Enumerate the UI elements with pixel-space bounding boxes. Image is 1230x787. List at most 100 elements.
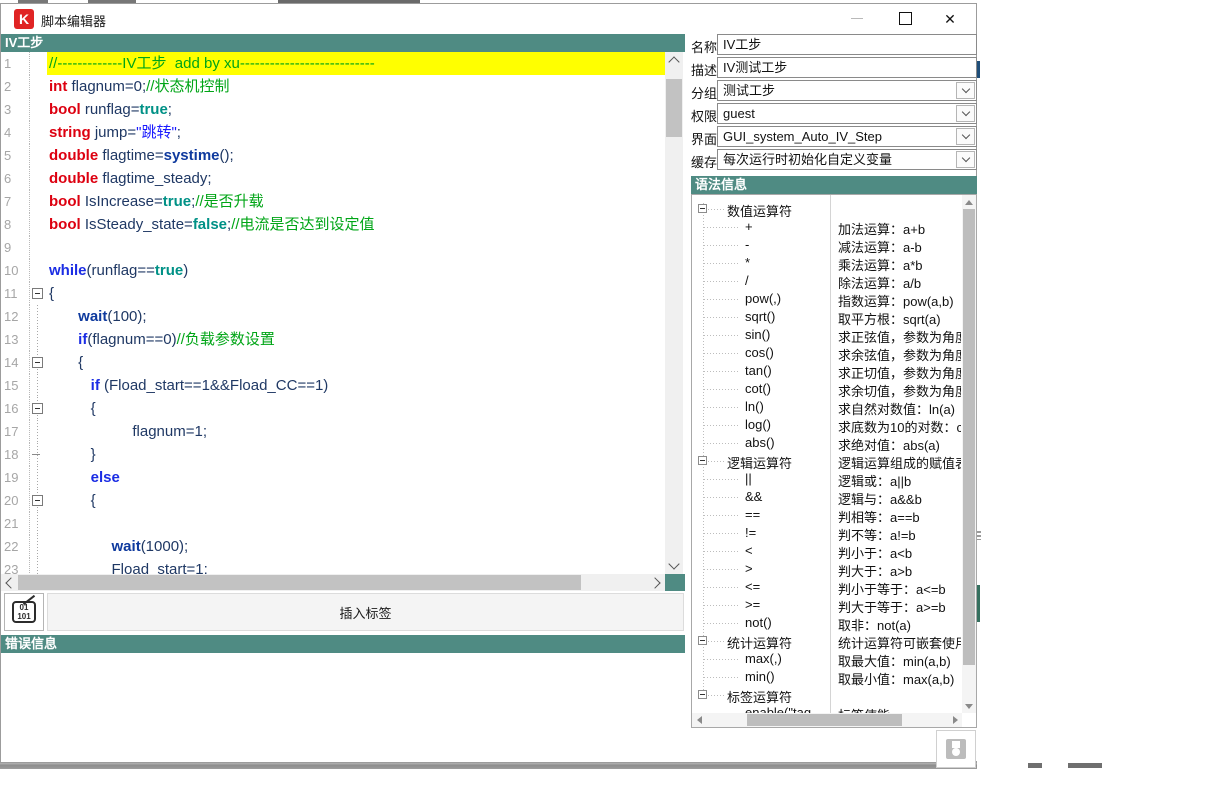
tree-row[interactable]: >判大于：a>b [692, 560, 961, 578]
fold-collapse-icon[interactable] [32, 357, 43, 368]
scroll-left-button[interactable] [1, 574, 18, 591]
code-editor[interactable]: 1//-------------IV工步 add by xu----------… [1, 52, 665, 574]
tree-row[interactable]: max(,)取最大值：min(a,b) [692, 650, 961, 668]
scroll-down-button[interactable] [962, 699, 976, 713]
tree-row[interactable]: cot()求余切值，参数为角度制： [692, 380, 961, 398]
fold-collapse-icon[interactable] [32, 288, 43, 299]
code-line[interactable]: 5double flagtime=systime(); [1, 144, 665, 167]
tree-row[interactable]: ln()求自然对数值：ln(a) [692, 398, 961, 416]
fold-collapse-icon[interactable] [32, 403, 43, 414]
tree-collapse-icon[interactable] [698, 690, 707, 699]
code-line[interactable]: 9 [1, 236, 665, 259]
save-button[interactable] [936, 730, 976, 768]
fold-margin[interactable] [29, 282, 47, 305]
insert-label-button[interactable]: 插入标签 [47, 593, 684, 631]
code-line[interactable]: 21 [1, 512, 665, 535]
tree-row[interactable]: 标签运算符 [692, 686, 961, 704]
tree-row[interactable]: abs()求绝对值：abs(a) [692, 434, 961, 452]
tree-row[interactable]: !=判不等：a!=b [692, 524, 961, 542]
tree-row[interactable]: ==判相等：a==b [692, 506, 961, 524]
scroll-down-button[interactable] [665, 557, 683, 574]
text-input[interactable]: IV工步 [717, 34, 977, 55]
tree-row[interactable]: *乘法运算：a*b [692, 254, 961, 272]
code-line[interactable]: 17 flagnum=1; [1, 420, 665, 443]
combo-select[interactable]: 测试工步 [717, 80, 977, 101]
dropdown-button[interactable] [956, 151, 975, 168]
scroll-thumb[interactable] [666, 79, 682, 137]
scroll-right-button[interactable] [948, 713, 962, 727]
fold-margin[interactable] [29, 397, 47, 420]
code-line[interactable]: 15 if (Fload_start==1&&Fload_CC==1) [1, 374, 665, 397]
tree-row[interactable]: sqrt()取平方根：sqrt(a) [692, 308, 961, 326]
code-line[interactable]: 2int flagnum=0;//状态机控制 [1, 75, 665, 98]
scroll-thumb[interactable] [963, 209, 975, 665]
tree-vertical-scrollbar[interactable] [962, 195, 976, 713]
scroll-left-button[interactable] [692, 713, 706, 727]
tree-row[interactable]: log()求底数为10的对数：cos(a [692, 416, 961, 434]
tree-row[interactable]: >=判大于等于：a>=b [692, 596, 961, 614]
code-line[interactable]: 10while(runflag==true) [1, 259, 665, 282]
combo-select[interactable]: guest [717, 103, 977, 124]
code-line[interactable]: 12 wait(100); [1, 305, 665, 328]
tree-row[interactable]: pow(,)指数运算：pow(a,b) [692, 290, 961, 308]
code-line[interactable]: 16 { [1, 397, 665, 420]
scroll-thumb[interactable] [747, 714, 902, 726]
syntax-tree[interactable]: 数值运算符+加法运算：a+b-减法运算：a-b*乘法运算：a*b/除法运算：a/… [691, 194, 977, 728]
title-bar[interactable]: K 脚本编辑器 ✕ [1, 4, 976, 34]
binary-label-button[interactable]: 01101 [4, 593, 44, 631]
code-line[interactable]: 22 wait(1000); [1, 535, 665, 558]
tree-row[interactable]: &&逻辑与：a&&b [692, 488, 961, 506]
combo-select[interactable]: 每次运行时初始化自定义变量 [717, 149, 977, 170]
code-line[interactable]: 6double flagtime_steady; [1, 167, 665, 190]
tree-collapse-icon[interactable] [698, 204, 707, 213]
tree-collapse-icon[interactable] [698, 456, 707, 465]
fold-margin[interactable] [29, 443, 47, 466]
tree-row[interactable]: not()取非：not(a) [692, 614, 961, 632]
tree-row[interactable]: 数值运算符 [692, 200, 961, 218]
code-line[interactable]: 3bool runflag=true; [1, 98, 665, 121]
tree-row[interactable]: <判小于：a<b [692, 542, 961, 560]
close-button[interactable]: ✕ [931, 4, 969, 33]
tree-row[interactable]: -减法运算：a-b [692, 236, 961, 254]
code-line[interactable]: 23 Fload_start=1; [1, 558, 665, 574]
text-input[interactable]: IV测试工步 [717, 57, 977, 78]
code-line[interactable]: 20 { [1, 489, 665, 512]
tree-row[interactable]: +加法运算：a+b [692, 218, 961, 236]
minimize-button[interactable] [838, 4, 876, 33]
code-line[interactable]: 13 if(flagnum==0)//负载参数设置 [1, 328, 665, 351]
combo-select[interactable]: GUI_system_Auto_IV_Step [717, 126, 977, 147]
code-line[interactable]: 4string jump="跳转"; [1, 121, 665, 144]
tree-row[interactable]: cos()求余弦值，参数为角度制： [692, 344, 961, 362]
fold-margin[interactable] [29, 351, 47, 374]
scroll-thumb[interactable] [18, 575, 581, 590]
tree-row[interactable]: ||逻辑或：a||b [692, 470, 961, 488]
tree-collapse-icon[interactable] [698, 636, 707, 645]
tree-row[interactable]: sin()求正弦值，参数为角度制： [692, 326, 961, 344]
dropdown-button[interactable] [956, 105, 975, 122]
fold-collapse-icon[interactable] [32, 495, 43, 506]
code-line[interactable]: 18 } [1, 443, 665, 466]
code-horizontal-scrollbar[interactable] [1, 574, 665, 591]
scroll-right-button[interactable] [648, 574, 665, 591]
tree-row[interactable]: enable("tag标签使能 [692, 704, 961, 713]
tree-horizontal-scrollbar[interactable] [692, 713, 962, 727]
code-line[interactable]: 14 { [1, 351, 665, 374]
code-line[interactable]: 1//-------------IV工步 add by xu----------… [1, 52, 665, 75]
fold-margin[interactable] [29, 489, 47, 512]
code-line[interactable]: 11{ [1, 282, 665, 305]
tree-row[interactable]: min()取最小值：max(a,b) [692, 668, 961, 686]
tree-row[interactable]: 逻辑运算符逻辑运算组成的赋值表达式 [692, 452, 961, 470]
dropdown-button[interactable] [956, 82, 975, 99]
maximize-button[interactable] [886, 4, 924, 33]
code-vertical-scrollbar[interactable] [665, 52, 683, 574]
scroll-up-button[interactable] [665, 52, 683, 69]
tree-row[interactable]: /除法运算：a/b [692, 272, 961, 290]
code-line[interactable]: 7bool IsIncrease=true;//是否升载 [1, 190, 665, 213]
code-line[interactable]: 8bool IsSteady_state=false;//电流是否达到设定值 [1, 213, 665, 236]
tree-row[interactable]: tan()求正切值，参数为角度制： [692, 362, 961, 380]
tree-row[interactable]: 统计运算符统计运算符可嵌套使用，例 [692, 632, 961, 650]
scroll-up-button[interactable] [962, 195, 976, 209]
dropdown-button[interactable] [956, 128, 975, 145]
tree-row[interactable]: <=判小于等于：a<=b [692, 578, 961, 596]
code-line[interactable]: 19 else [1, 466, 665, 489]
